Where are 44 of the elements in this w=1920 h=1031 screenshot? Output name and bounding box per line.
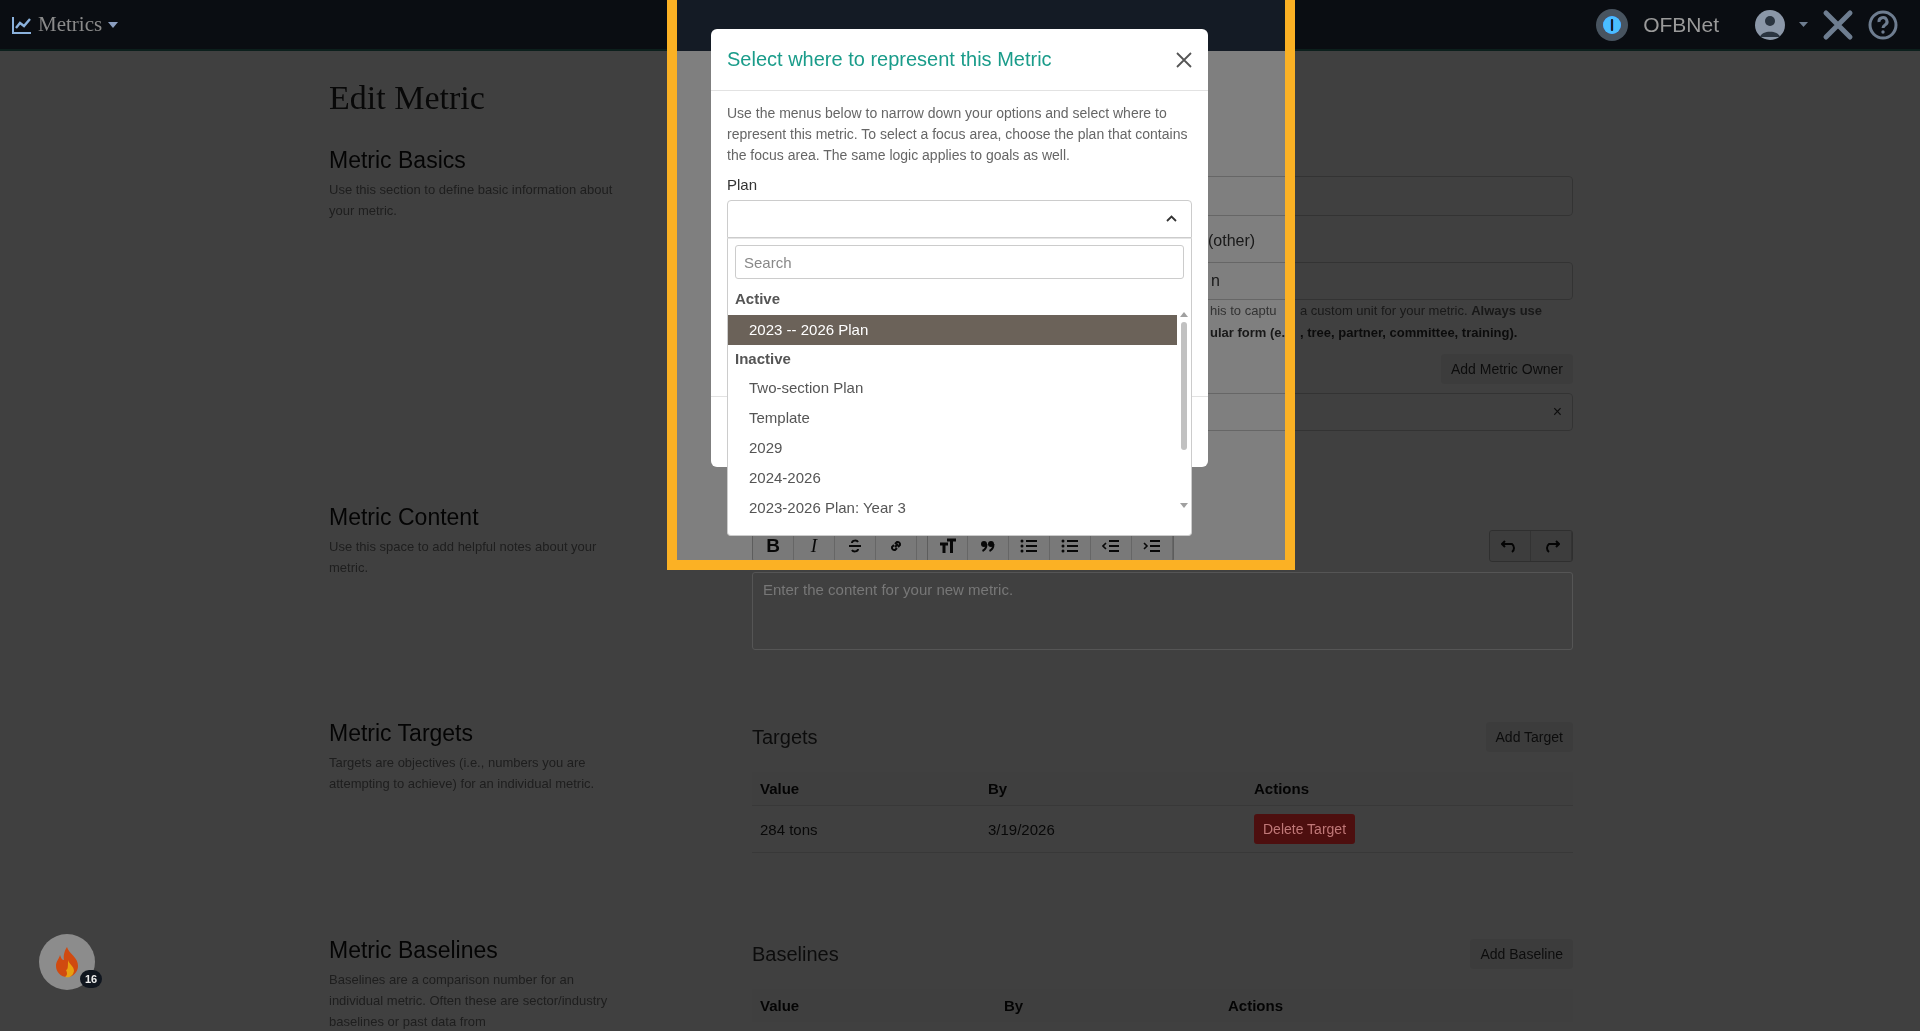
caret-icon[interactable] — [1799, 22, 1808, 27]
quote-icon — [980, 538, 996, 554]
table-cell: 3/19/2026 — [980, 805, 1246, 853]
plan-option[interactable]: 2029 — [728, 433, 1177, 463]
close-icon[interactable] — [1176, 51, 1192, 68]
plan-option[interactable]: Two-section Plan — [728, 373, 1177, 403]
plan-option[interactable]: Template — [728, 403, 1177, 433]
organization-name: OFBNet — [1643, 12, 1719, 37]
list-icon — [1020, 538, 1038, 554]
help-icon[interactable] — [1868, 9, 1898, 40]
delete-button[interactable]: Delete Target — [1254, 814, 1355, 844]
modal-title: Select where to represent this Metric — [727, 48, 1052, 71]
caret-icon — [108, 21, 119, 28]
search-field[interactable]: Search — [735, 245, 1184, 279]
indent-icon — [1143, 538, 1161, 554]
chevron-up-icon — [1166, 215, 1177, 222]
plan-option[interactable]: 2024-2026 — [728, 463, 1177, 493]
list-icon — [1061, 538, 1079, 554]
group-label: Inactive — [734, 349, 792, 369]
heading-icon — [938, 538, 957, 554]
section-heading: Metric Basics — [329, 146, 467, 175]
count-badge: 16 — [80, 970, 103, 988]
modal-description: Use the menus below to narrow down your options and select where to represent this metric. To select a focus area, choose the plan that contains the focus area. The same logic applies to goals as well. — [727, 104, 1189, 165]
group-label: Active — [734, 289, 782, 309]
section-heading: Metric Content — [329, 503, 480, 532]
field-hint: ular form (e. — [1210, 324, 1287, 342]
field-label: (other) — [1208, 232, 1256, 249]
page-title: Edit Metric — [329, 78, 485, 118]
outdent-icon — [1102, 538, 1120, 554]
plan-option[interactable]: 2023-2026 Plan: Year 3 — [728, 493, 1177, 523]
streak-button[interactable] — [39, 934, 95, 990]
flame-icon — [54, 946, 80, 978]
section-heading: Metric Baselines — [329, 936, 499, 965]
avatar-icon[interactable] — [1755, 9, 1785, 40]
plan-option[interactable]: 2023 -- 2026 Plan — [728, 315, 1177, 345]
table-cell: 284 tons — [752, 805, 980, 853]
section-heading: Metric Targets — [329, 719, 474, 748]
link-icon — [888, 538, 904, 554]
app-menu[interactable]: Metrics — [12, 10, 119, 39]
field-label: Plan — [727, 175, 759, 195]
chart-icon — [12, 15, 32, 34]
strike-icon — [847, 538, 863, 554]
info-icon[interactable] — [1595, 7, 1630, 42]
field-hint: his to captu — [1210, 302, 1278, 320]
